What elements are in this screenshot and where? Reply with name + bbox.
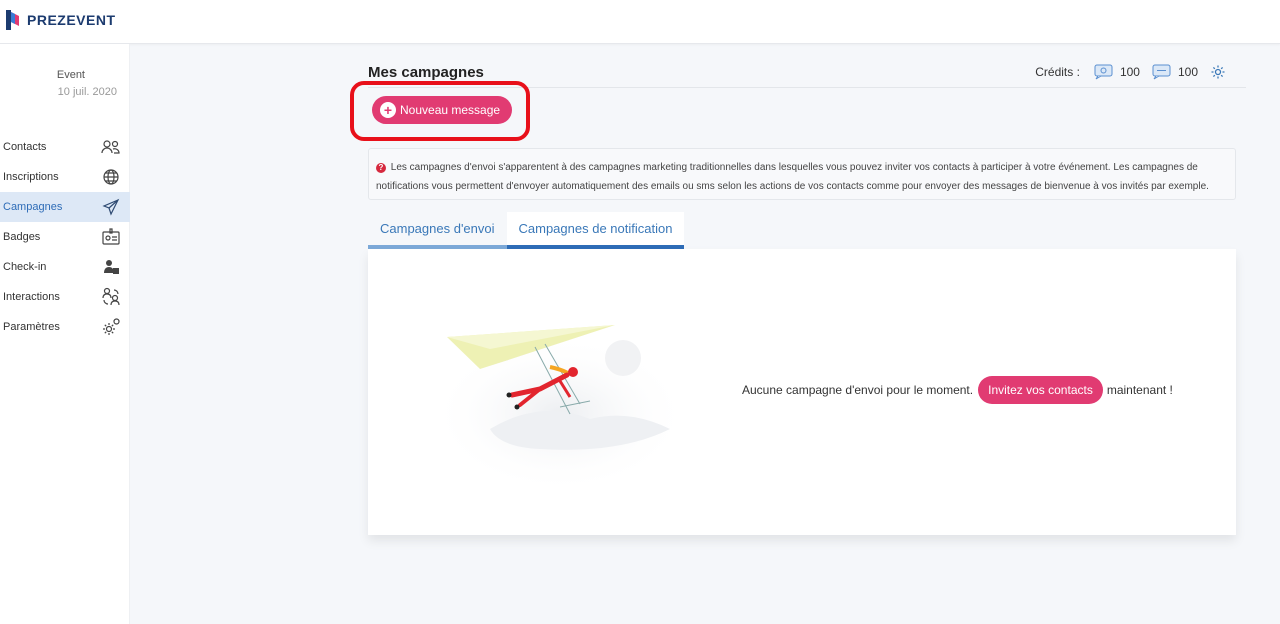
sidebar-item-inscriptions[interactable]: Inscriptions <box>0 162 130 192</box>
sidebar: Event 10 juil. 2020 Contacts Inscription… <box>0 44 130 624</box>
highlight-frame: + Nouveau message <box>350 81 530 141</box>
tab-panel: Aucune campagne d'envoi pour le moment. … <box>368 249 1236 535</box>
main-content: Mes campagnes Crédits : 100 100 + Nouvea… <box>350 60 1246 535</box>
email-credits-value: 100 <box>1119 65 1140 79</box>
sidebar-item-label: Badges <box>3 231 41 243</box>
email-credits-icon <box>1094 64 1113 80</box>
credits-label: Crédits : <box>1035 65 1080 79</box>
hang-glider-illustration <box>430 325 690 494</box>
event-date: 10 juil. 2020 <box>57 86 117 98</box>
check-in-icon <box>100 257 122 277</box>
empty-text-after: maintenant ! <box>1106 383 1173 397</box>
prezevent-logo[interactable]: PREZEVENT <box>6 10 116 30</box>
sidebar-item-label: Contacts <box>3 141 47 153</box>
sidebar-item-label: Campagnes <box>3 201 63 213</box>
new-message-label: Nouveau message <box>400 103 501 117</box>
sidebar-nav: Contacts Inscriptions Campagnes Badges C… <box>0 132 130 342</box>
interactions-icon <box>100 287 122 307</box>
gear-icon <box>100 317 122 337</box>
badge-icon <box>100 227 122 247</box>
plus-icon: + <box>380 102 396 118</box>
tab-campagnes-envoi[interactable]: Campagnes d'envoi <box>368 212 507 249</box>
contacts-icon <box>100 137 122 157</box>
event-name: Event <box>56 69 85 81</box>
paper-plane-icon <box>100 197 122 217</box>
campaign-tabs: Campagnes d'envoi Campagnes de notificat… <box>368 212 685 249</box>
credits: Crédits : 100 100 <box>1035 64 1226 80</box>
page-title: Mes campagnes <box>368 64 484 81</box>
info-text: Les campagnes d'envoi s'apparentent à de… <box>376 162 1209 192</box>
sidebar-item-label: Check-in <box>3 261 47 273</box>
top-bar: PREZEVENT <box>0 0 1280 44</box>
logo-mark-icon <box>6 10 19 30</box>
settings-gear-icon[interactable] <box>1210 64 1226 80</box>
info-box: ? Les campagnes d'envoi s'apparentent à … <box>368 148 1236 200</box>
invite-contacts-button[interactable]: Invitez vos contacts <box>978 376 1103 404</box>
new-message-button[interactable]: + Nouveau message <box>372 96 513 124</box>
globe-icon <box>100 167 122 187</box>
sidebar-item-interactions[interactable]: Interactions <box>0 282 130 312</box>
sidebar-item-parametres[interactable]: Paramètres <box>0 312 130 342</box>
sidebar-item-label: Inscriptions <box>3 171 59 183</box>
sidebar-item-check-in[interactable]: Check-in <box>0 252 130 282</box>
sidebar-item-label: Paramètres <box>3 321 60 333</box>
sidebar-item-contacts[interactable]: Contacts <box>0 132 130 162</box>
sidebar-item-badges[interactable]: Badges <box>0 222 130 252</box>
question-icon: ? <box>376 163 386 173</box>
tab-campagnes-notification[interactable]: Campagnes de notification <box>506 212 685 249</box>
empty-text-before: Aucune campagne d'envoi pour le moment. <box>742 383 974 397</box>
sms-credits-value: 100 <box>1177 65 1198 79</box>
sms-credits-icon <box>1152 64 1171 80</box>
app-name: PREZEVENT <box>27 12 116 28</box>
sidebar-item-campagnes[interactable]: Campagnes <box>0 192 130 222</box>
empty-state-message: Aucune campagne d'envoi pour le moment. … <box>742 376 1173 404</box>
sidebar-item-label: Interactions <box>3 291 60 303</box>
